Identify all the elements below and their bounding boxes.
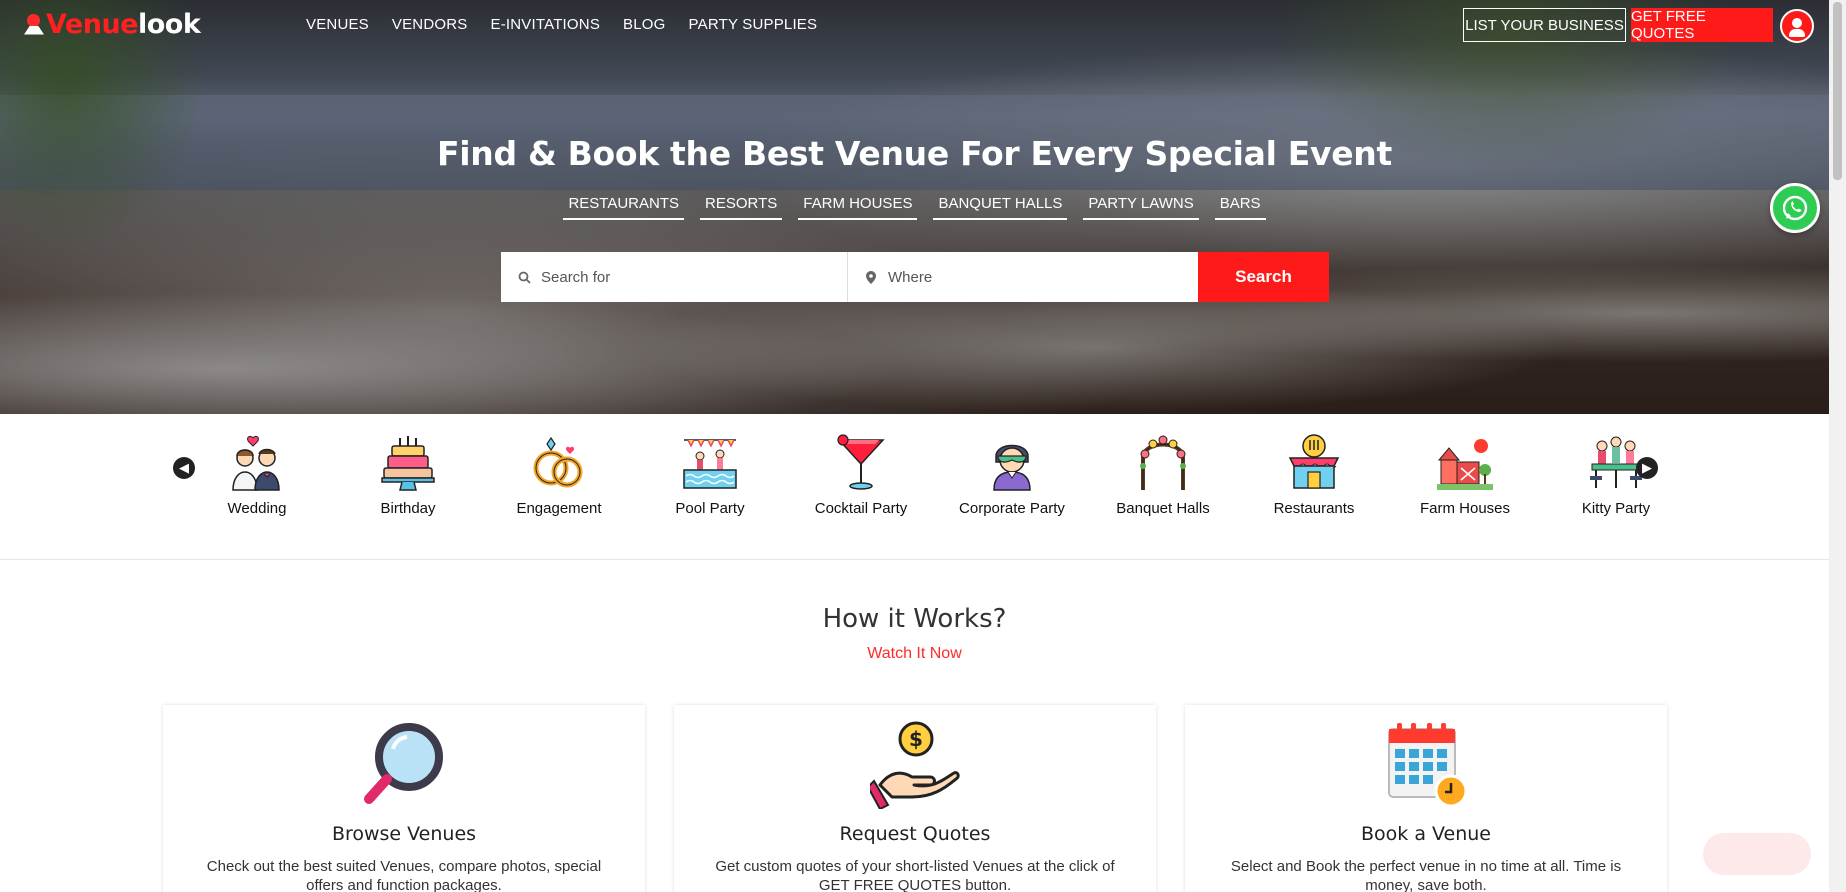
birthday-cake-icon [381,436,435,491]
chat-widget-button[interactable] [1703,833,1811,875]
restaurant-shop-icon [1288,434,1340,489]
svg-text:$: $ [909,727,923,751]
category-label: Kitty Party [1581,500,1651,517]
user-account-button[interactable] [1780,9,1814,43]
logo-text-part1: Venue [46,9,139,40]
category-label: Wedding [227,500,287,517]
user-icon-body [1789,29,1805,37]
engagement-rings-icon [533,436,583,488]
where-placeholder: Where [888,268,933,286]
arrow-right-icon: ▶ [1642,460,1652,475]
category-pool-party[interactable]: Pool Party [640,432,780,517]
calendar-icon [1388,723,1468,808]
category-label: Farm Houses [1419,500,1511,517]
section-title: How it Works? [822,604,1007,634]
venue-type-links: RESTAURANTS RESORTS FARM HOUSES BANQUET … [0,195,1829,220]
quick-link-bars[interactable]: BARS [1214,195,1266,220]
wedding-couple-icon [232,435,280,491]
quick-link-restaurants[interactable]: RESTAURANTS [563,195,685,220]
money-hand-icon: $ [870,721,960,809]
category-carousel: ◀ Wedding Birthday Engagement Pool Party… [0,414,1829,560]
category-corporate-party[interactable]: Corporate Party [942,432,1082,517]
card-title: Browse Venues [331,823,477,845]
magnifier-icon [364,723,443,804]
category-banquet-halls[interactable]: Banquet Halls [1093,432,1233,517]
search-button[interactable]: Search [1198,252,1329,302]
nav-e-invitations[interactable]: E-INVITATIONS [490,16,600,33]
category-birthday[interactable]: Birthday [338,432,478,517]
category-label: Banquet Halls [1116,500,1210,517]
list-your-business-button[interactable]: LIST YOUR BUSINESS [1463,8,1626,42]
hero-title: Find & Book the Best Venue For Every Spe… [437,134,1392,173]
search-input[interactable]: Search for [501,252,848,302]
quick-link-party-lawns[interactable]: PARTY LAWNS [1083,195,1199,220]
logo[interactable]: Venue look [24,9,201,40]
quick-link-resorts[interactable]: RESORTS [700,195,783,220]
masquerade-mask-icon [993,444,1031,491]
step-card-browse: Browse Venues Check out the best suited … [163,705,645,892]
user-icon [1792,18,1802,28]
search-bar: Search for Where Search [501,252,1329,302]
nav-vendors[interactable]: VENDORS [392,16,468,33]
step-card-quotes: $ Request Quotes Get custom quotes of yo… [674,705,1156,892]
category-farm-houses[interactable]: Farm Houses [1395,432,1535,517]
category-restaurants[interactable]: Restaurants [1244,432,1384,517]
category-label: Engagement [516,500,602,517]
scrollbar-thumb[interactable] [1833,2,1842,180]
category-kitty-party[interactable]: Kitty Party [1546,432,1686,517]
main-menu: VENUES VENDORS E-INVITATIONS BLOG PARTY … [306,16,840,33]
get-free-quotes-button[interactable]: GET FREE QUOTES [1631,8,1773,42]
search-placeholder: Search for [541,268,611,286]
card-title: Request Quotes [839,823,991,845]
where-input[interactable]: Where [848,252,1198,302]
category-label: Cocktail Party [814,500,908,517]
nav-blog[interactable]: BLOG [623,16,665,33]
page-scrollbar[interactable] [1829,0,1846,892]
quick-link-banquet-halls[interactable]: BANQUET HALLS [933,195,1068,220]
watch-it-now-link[interactable]: Watch It Now [0,645,1829,663]
card-description: Select and Book the perfect venue in no … [1230,858,1622,892]
card-description: Get custom quotes of your short-listed V… [715,858,1115,892]
category-label: Pool Party [675,500,745,517]
nav-venues[interactable]: VENUES [306,16,369,33]
top-nav: Venue look VENUES VENDORS E-INVITATIONS … [0,0,1829,50]
search-icon [517,271,531,284]
nav-party-supplies[interactable]: PARTY SUPPLIES [689,16,818,33]
card-description: Check out the best suited Venues, compar… [206,858,602,892]
quick-link-farm-houses[interactable]: FARM HOUSES [798,195,918,220]
step-card-book: Book a Venue Select and Book the perfect… [1185,705,1667,892]
category-label: Birthday [380,500,436,517]
logo-text-part2: look [138,9,201,40]
category-engagement[interactable]: Engagement [489,432,629,517]
category-wedding[interactable]: Wedding [187,432,327,517]
category-label: Restaurants [1273,500,1355,517]
floral-arch-icon [1140,435,1186,490]
pool-party-icon [683,439,737,489]
farm-house-icon [1437,439,1493,490]
category-label: Corporate Party [959,500,1065,517]
carousel-next-button[interactable]: ▶ [1636,457,1658,479]
cocktail-glass-icon [837,434,885,490]
card-title: Book a Venue [1361,823,1491,845]
category-cocktail-party[interactable]: Cocktail Party [791,432,931,517]
whatsapp-button[interactable] [1770,183,1820,233]
location-pin-icon [864,270,878,284]
whatsapp-icon [1782,195,1808,221]
map-pin-icon [24,14,44,36]
